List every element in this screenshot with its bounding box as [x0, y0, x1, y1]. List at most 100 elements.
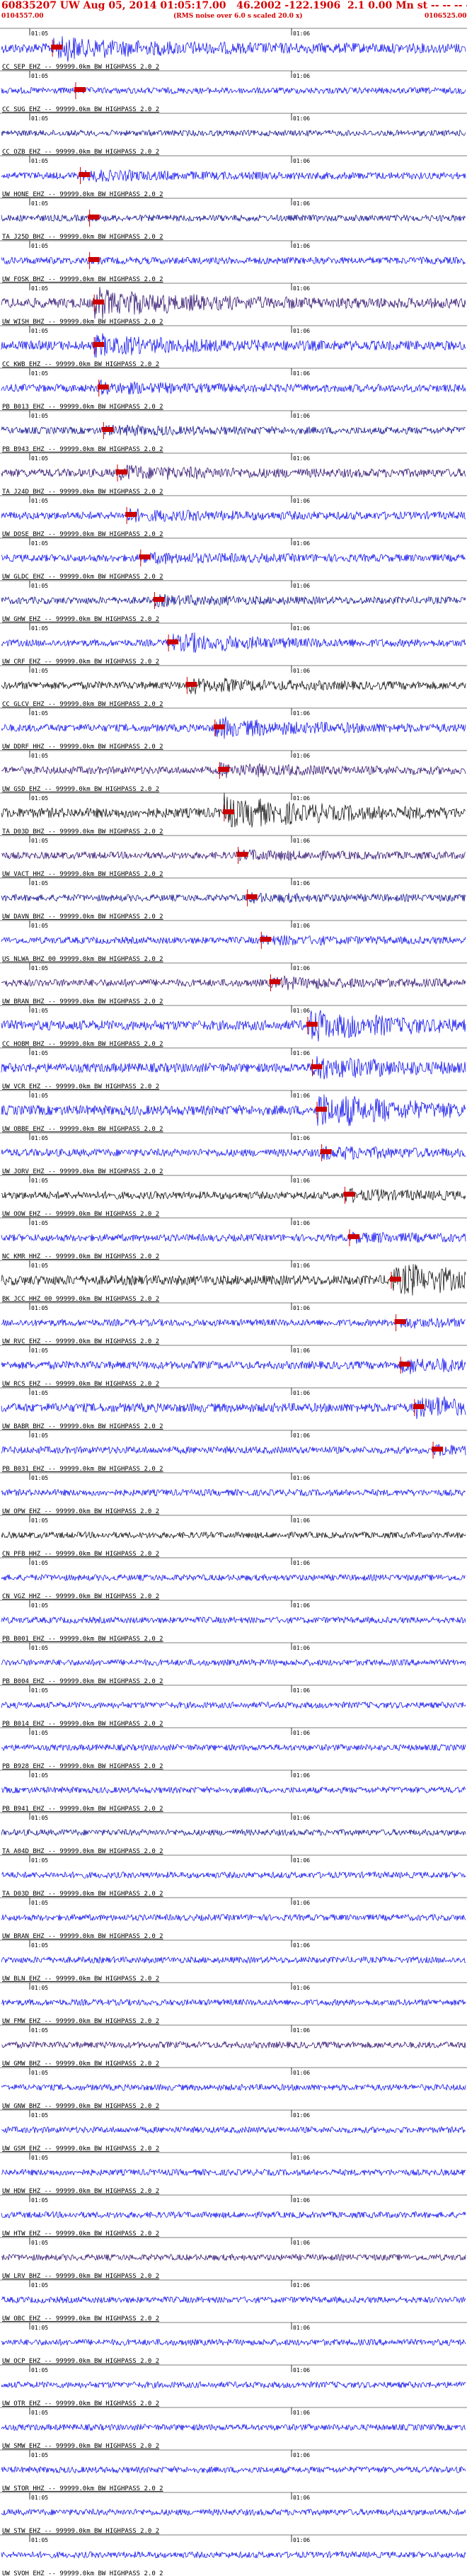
minute-label: 01:05: [31, 200, 48, 207]
station-label: TA D03D BHZ -- 99999.0km BW HIGHPASS 2.0…: [2, 828, 163, 836]
minute-label: 01:05: [31, 243, 48, 249]
minute-label: 01:05: [31, 2070, 48, 2076]
station-label: UW OBC EHZ -- 99999.0km BW HIGHPASS 2.0 …: [2, 2315, 159, 2323]
minute-label: 01:06: [293, 2240, 310, 2246]
minute-label: 01:06: [293, 2367, 310, 2373]
minute-label: 01:06: [293, 2112, 310, 2119]
seismic-trace: [1, 1444, 466, 1457]
minute-label: 01:05: [31, 540, 48, 547]
minute-label: 01:05: [31, 455, 48, 462]
seismic-trace: [1, 214, 466, 222]
minute-label: 01:06: [293, 1602, 310, 1609]
minute-label: 01:05: [31, 30, 48, 37]
minute-label: 01:05: [31, 583, 48, 589]
station-label: UW GLDC EHZ -- 99999.0km BW HIGHPASS 2.0…: [2, 574, 163, 581]
minute-label: 01:05: [31, 1263, 48, 1269]
minute-label: 01:05: [31, 1985, 48, 1991]
station-label: CN PFB HHZ -- 99999.0km BW HIGHPASS 2.0 …: [2, 1551, 159, 1558]
minute-label: 01:05: [31, 2282, 48, 2289]
minute-label: 01:05: [31, 923, 48, 929]
minute-label: 01:06: [293, 583, 310, 589]
minute-label: 01:05: [31, 1687, 48, 1694]
station-label: TA J24D BHZ -- 99999.0km BW HIGHPASS 2.0…: [2, 489, 163, 496]
minute-label: 01:06: [293, 1263, 310, 1269]
station-label: UW RVC EHZ -- 99999.0km BW HIGHPASS 2.0 …: [2, 1338, 159, 1345]
seismic-trace: [1, 717, 466, 739]
minute-label: 01:05: [31, 1178, 48, 1184]
minute-label: 01:05: [31, 965, 48, 971]
minute-label: 01:06: [293, 1220, 310, 1226]
minute-label: 01:05: [31, 1857, 48, 1864]
minute-label: 01:06: [293, 1050, 310, 1056]
minute-label: 01:06: [293, 1178, 310, 1184]
minute-label: 01:06: [293, 243, 310, 249]
seismic-trace: [1, 2466, 466, 2474]
station-label: UW OPW EHZ -- 99999.0km BW HIGHPASS 2.0 …: [2, 1508, 159, 1515]
seismic-trace: [1, 465, 466, 481]
station-label: UW VCR EHZ -- 99999.0km BW HIGHPASS 2.0 …: [2, 1083, 159, 1090]
minute-label: 01:05: [31, 625, 48, 632]
station-label: PB B001 EHZ -- 99999.0km BW HIGHPASS 2.0…: [2, 1636, 163, 1643]
station-label: UW FOSK BHZ -- 99999.0km BW HIGHPASS 2.0…: [2, 276, 163, 283]
minute-label: 01:06: [293, 1432, 310, 1439]
seismic-trace: [1, 86, 466, 95]
minute-label: 01:05: [31, 1560, 48, 1566]
seismogram-plot: 01:05 01:06 CC SEP EHZ -- 99999.0km BW HIG…: [0, 28, 467, 2576]
station-label: UW SMW EHZ -- 99999.0km BW HIGHPASS 2.0 …: [2, 2443, 159, 2450]
minute-label: 01:06: [293, 2197, 310, 2204]
minute-label: 01:05: [31, 1050, 48, 1056]
minute-label: 01:05: [31, 2537, 48, 2543]
station-label: CC GLCV EHZ -- 99999.0km BW HIGHPASS 2.0…: [2, 701, 163, 708]
seismic-trace: [1, 2126, 466, 2134]
minute-label: 01:05: [31, 1772, 48, 1779]
minute-label: 01:06: [293, 2325, 310, 2331]
minute-label: 01:06: [293, 2410, 310, 2416]
minute-label: 01:05: [31, 1135, 48, 1141]
station-label: UW RCS EHZ -- 99999.0km BW HIGHPASS 2.0 …: [2, 1381, 159, 1388]
minute-label: 01:06: [293, 923, 310, 929]
station-label: CC SEP EHZ -- 99999.0km BW HIGHPASS 2.0 …: [2, 64, 159, 71]
station-label: PB B013 EHZ -- 99999.0km BW HIGHPASS 2.0…: [2, 404, 163, 411]
minute-label: 01:05: [31, 2452, 48, 2458]
minute-label: 01:05: [31, 880, 48, 887]
minute-label: 01:05: [31, 1008, 48, 1014]
minute-label: 01:05: [31, 795, 48, 802]
seismic-trace: [1, 1094, 466, 1127]
minute-label: 01:05: [31, 1093, 48, 1099]
minute-label: 01:06: [293, 158, 310, 164]
seismic-trace: [1, 2083, 466, 2092]
station-label: TA A04D BHZ -- 99999.0km BW HIGHPASS 2.0…: [2, 1848, 163, 1855]
station-label: UW OBBE EHZ -- 99999.0km BW HIGHPASS 2.0…: [2, 1126, 163, 1133]
station-label: UW FMW EHZ -- 99999.0km BW HIGHPASS 2.0 …: [2, 2018, 159, 2025]
station-label: PB B014 EHZ -- 99999.0km BW HIGHPASS 2.0…: [2, 1721, 163, 1728]
seismic-trace: [1, 1998, 466, 2007]
seismic-trace: [1, 256, 466, 266]
seismic-trace: [1, 2338, 466, 2347]
minute-label: 01:06: [293, 753, 310, 759]
station-label: UW OTR EHZ -- 99999.0km BW HIGHPASS 2.0 …: [2, 2400, 159, 2407]
minute-label: 01:06: [293, 1347, 310, 1354]
minute-label: 01:05: [31, 1645, 48, 1651]
minute-label: 01:06: [293, 1772, 310, 1779]
minute-label: 01:05: [31, 2155, 48, 2161]
station-label: UW BRAN BHZ -- 99999.0km BW HIGHPASS 2.0…: [2, 998, 163, 1005]
minute-label: 01:06: [293, 668, 310, 674]
station-label: PB B004 EHZ -- 99999.0km BW HIGHPASS 2.0…: [2, 1678, 163, 1685]
station-label: US NLWA BHZ 00 99999.0km BW HIGHPASS 2.0…: [2, 956, 163, 963]
seismic-trace: [1, 935, 466, 946]
station-label: UW OOW EHZ -- 99999.0km BW HIGHPASS 2.0 …: [2, 1211, 159, 1218]
minute-label: 01:05: [31, 2367, 48, 2373]
seismic-trace: [1, 892, 466, 904]
minute-label: 01:05: [31, 115, 48, 122]
minute-label: 01:05: [31, 1432, 48, 1439]
station-label: UW STW EHZ -- 99999.0km BW HIGHPASS 2.0 …: [2, 2528, 159, 2535]
station-label: UW GHW EHZ -- 99999.0km BW HIGHPASS 2.0 …: [2, 616, 159, 623]
station-label: UW BABR BHZ -- 99999.0km BW HIGHPASS 2.0…: [2, 1423, 163, 1430]
station-label: NC KMR HHZ -- 99999.0km BW HIGHPASS 2.0 …: [2, 1253, 159, 1260]
minute-label: 01:05: [31, 1517, 48, 1524]
minute-label: 01:06: [293, 200, 310, 207]
minute-label: 01:06: [293, 1517, 310, 1524]
seismic-trace: [1, 1146, 466, 1161]
minute-label: 01:05: [31, 1942, 48, 1949]
seismic-trace: [1, 678, 466, 695]
